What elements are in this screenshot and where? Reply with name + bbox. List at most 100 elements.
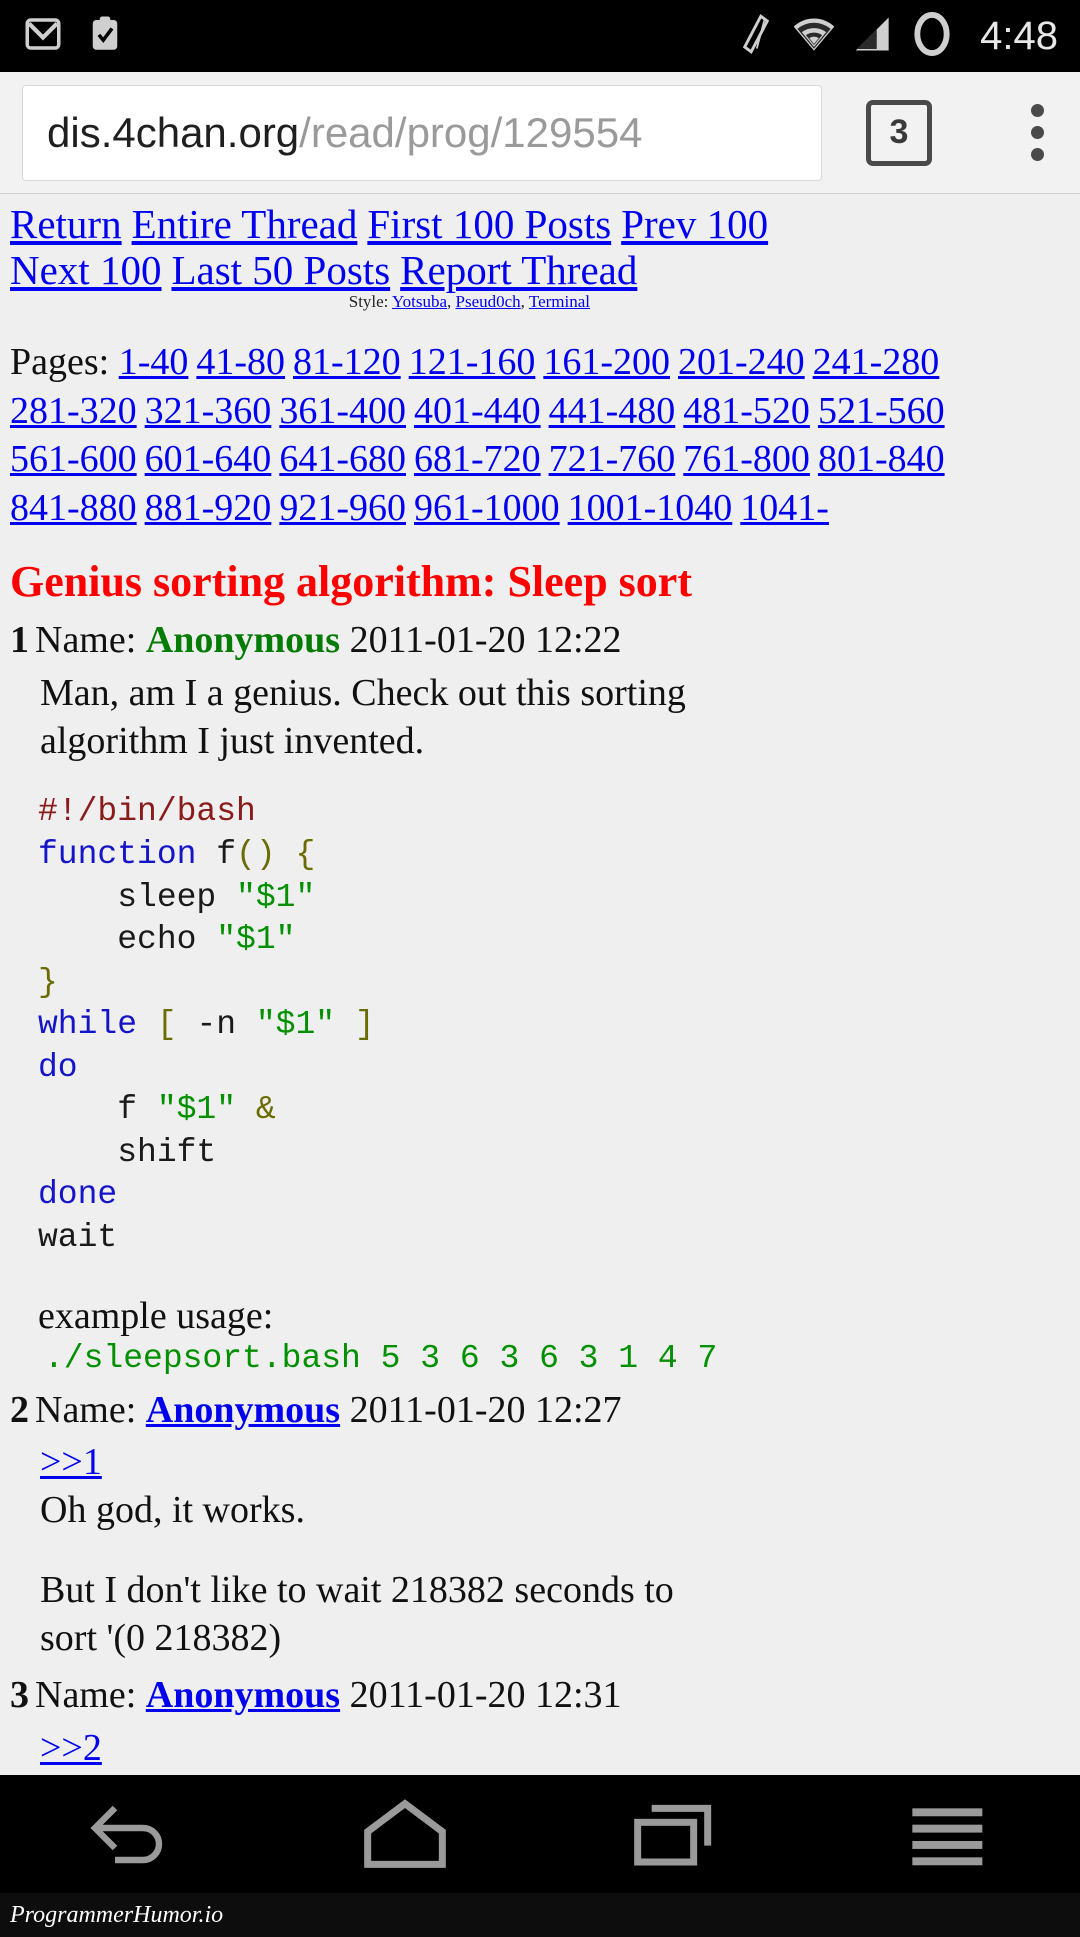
quote-link[interactable]: >>1 — [40, 1441, 102, 1483]
home-button[interactable] — [330, 1775, 480, 1893]
page-range-link[interactable]: 721-760 — [549, 438, 676, 480]
menu-button[interactable] — [870, 1775, 1020, 1893]
web-page-content: Return Entire Thread First 100 Posts Prev 1… — [0, 194, 1080, 1775]
style-option-yotsuba[interactable]: Yotsuba — [392, 292, 447, 311]
post-date: 2011-01-20 12:31 — [349, 1674, 622, 1717]
post-body-line: sort '(0 218382) — [40, 1616, 282, 1659]
code-brace-open: { — [275, 835, 316, 873]
page-range-link[interactable]: 961-1000 — [414, 487, 560, 529]
code-test-flag: -n — [176, 1006, 256, 1044]
thread-nav-links: Return Entire Thread First 100 Posts Prev 1… — [10, 194, 1070, 294]
status-bar: 4:48 — [0, 0, 1080, 72]
watermark-text: ProgrammerHumor.io — [10, 1901, 224, 1928]
page-range-link[interactable]: 441-480 — [549, 390, 676, 432]
page-range-link[interactable]: 41-80 — [196, 341, 285, 383]
system-navigation-bar — [0, 1775, 1080, 1893]
circle-icon — [910, 11, 954, 61]
nav-link-return[interactable]: Return — [10, 201, 122, 247]
post-number: 2 — [10, 1388, 29, 1431]
tab-count-button[interactable]: 3 — [866, 99, 932, 166]
code-echo-arg: "$1" — [216, 921, 296, 959]
page-range-link[interactable]: 321-360 — [145, 390, 272, 432]
cast-icon — [736, 13, 776, 60]
code-test-arg: "$1" — [255, 1006, 336, 1044]
phone-screen: 4:48 dis.4chan.org/read/prog/129554 3 Re… — [0, 0, 1080, 1937]
watermark: ProgrammerHumor.io — [0, 1893, 1080, 1937]
post-header: 1 Name: Anonymous 2011-01-20 12:22 — [10, 617, 1070, 663]
code-bracket-open: [ — [137, 1006, 177, 1044]
code-block: #!/bin/bash function f() { sleep "$1" ec… — [10, 791, 1070, 1259]
code-parens: () — [236, 835, 276, 873]
style-option-pseud0ch[interactable]: Pseud0ch — [456, 292, 521, 311]
code-keyword-done: done — [38, 1176, 118, 1214]
nav-link-last-50-posts[interactable]: Last 50 Posts — [171, 247, 390, 293]
page-range-link[interactable]: 841-880 — [10, 487, 137, 529]
page-range-link[interactable]: 281-320 — [10, 390, 137, 432]
page-range-link[interactable]: 1-40 — [119, 341, 189, 383]
home-icon — [364, 1799, 446, 1868]
page-range-link[interactable]: 561-600 — [10, 438, 137, 480]
page-range-link[interactable]: 681-720 — [414, 438, 541, 480]
code-sleep-command: sleep — [38, 878, 237, 916]
usage-label: example usage: — [38, 1294, 274, 1337]
page-range-link[interactable]: 521-560 — [818, 390, 945, 432]
quote-link[interactable]: >>2 — [40, 1727, 102, 1769]
nav-link-prev-100[interactable]: Prev 100 — [621, 201, 768, 247]
post-body-line: algorithm I just invented. — [40, 719, 425, 762]
page-range-link[interactable]: 921-960 — [279, 487, 406, 529]
nav-link-first-100-posts[interactable]: First 100 Posts — [367, 201, 611, 247]
code-shebang: #!/bin/bash — [38, 793, 256, 831]
code-echo-command: echo — [38, 921, 217, 959]
page-range-link[interactable]: 1001-1040 — [568, 487, 733, 529]
post-body-line: But I don't like to wait 218382 seconds … — [40, 1568, 674, 1611]
url-host: dis.4chan.org — [47, 108, 300, 156]
style-sep-1: , — [447, 291, 456, 311]
post-number: 1 — [10, 619, 29, 662]
url-input[interactable]: dis.4chan.org/read/prog/129554 — [22, 84, 822, 181]
style-sep-2: , — [520, 291, 529, 311]
page-range-link[interactable]: 361-400 — [279, 390, 406, 432]
page-range-link[interactable]: 601-640 — [145, 438, 272, 480]
page-range-link[interactable]: 761-800 — [683, 438, 810, 480]
menu-icon — [912, 1808, 983, 1866]
code-brace-close: } — [38, 963, 58, 1001]
post-date: 2011-01-20 12:22 — [349, 619, 622, 662]
page-range-link[interactable]: 641-680 — [279, 438, 406, 480]
code-function-name: f — [196, 835, 237, 873]
status-bar-clock: 4:48 — [980, 13, 1058, 58]
page-range-link[interactable]: 801-840 — [818, 438, 945, 480]
usage-command: ./sleepsort.bash 5 3 6 3 6 3 1 4 7 — [44, 1339, 718, 1377]
code-keyword-do: do — [38, 1048, 78, 1086]
code-sleep-arg: "$1" — [236, 878, 316, 916]
code-keyword-function: function — [38, 835, 197, 873]
page-range-link[interactable]: 481-520 — [683, 390, 810, 432]
status-bar-indicators: 4:48 — [736, 11, 1058, 61]
page-range-link[interactable]: 81-120 — [293, 341, 401, 383]
code-keyword-while: while — [38, 1006, 138, 1044]
post-name-label: Name: — [35, 1388, 137, 1431]
page-range-link[interactable]: 401-440 — [414, 390, 541, 432]
recent-apps-button[interactable] — [600, 1775, 750, 1893]
post-name-label: Name: — [35, 1674, 137, 1717]
page-range-link[interactable]: 1041- — [740, 487, 829, 529]
page-range-link[interactable]: 121-160 — [409, 341, 536, 383]
page-range-link[interactable]: 201-240 — [678, 341, 805, 383]
post-author-link[interactable]: Anonymous — [146, 1674, 340, 1716]
pages-label: Pages: — [10, 341, 110, 384]
post-number: 3 — [10, 1674, 29, 1717]
nav-link-next-100[interactable]: Next 100 — [10, 247, 161, 293]
status-bar-notifications — [22, 13, 126, 60]
browser-toolbar: dis.4chan.org/read/prog/129554 3 — [0, 72, 1080, 194]
page-range-link[interactable]: 241-280 — [813, 341, 940, 383]
thread-title: Genius sorting algorithm: Sleep sort — [10, 556, 692, 606]
nav-link-entire-thread[interactable]: Entire Thread — [132, 201, 358, 247]
page-range-link[interactable]: 161-200 — [543, 341, 670, 383]
recent-apps-icon — [634, 1804, 712, 1866]
nav-link-report-thread[interactable]: Report Thread — [400, 247, 637, 293]
post-body: >>1 Oh god, it works. But I don't like t… — [10, 1439, 1070, 1663]
style-option-terminal[interactable]: Terminal — [529, 292, 590, 311]
page-range-link[interactable]: 881-920 — [145, 487, 272, 529]
post-author-link[interactable]: Anonymous — [146, 1389, 340, 1431]
back-button[interactable] — [60, 1775, 210, 1893]
overflow-menu-icon[interactable] — [1031, 104, 1044, 161]
